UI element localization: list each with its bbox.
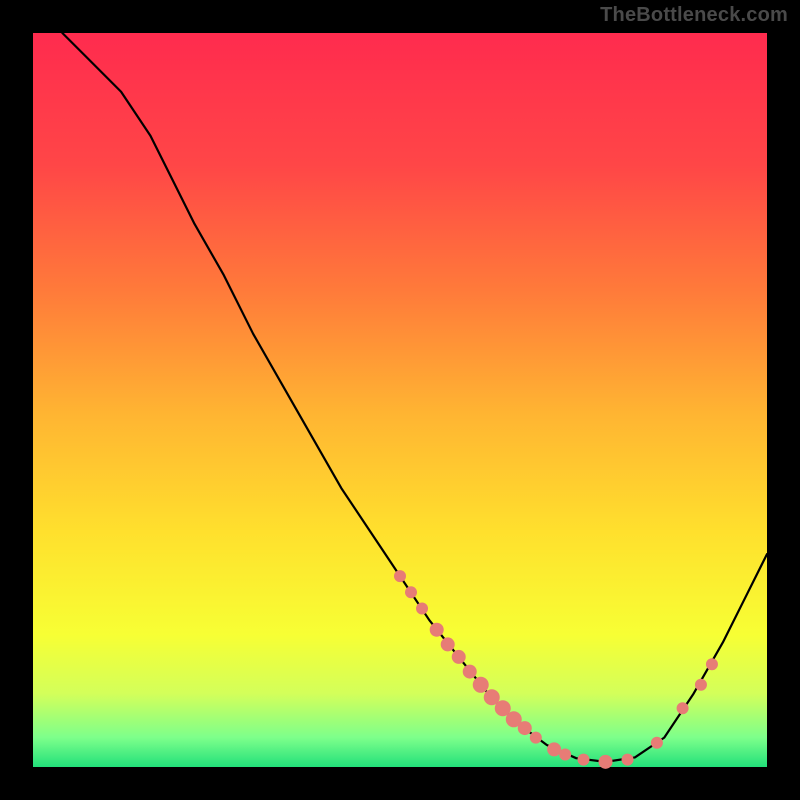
highlight-dot [416, 602, 428, 614]
highlight-dot [677, 702, 689, 714]
highlight-dot [463, 665, 477, 679]
bottleneck-curve [62, 33, 767, 762]
highlight-dot [530, 732, 542, 744]
highlight-dot [547, 742, 561, 756]
highlight-dot [559, 749, 571, 761]
dots-group [394, 570, 718, 769]
highlight-dot [452, 650, 466, 664]
highlight-dot [622, 754, 634, 766]
highlight-dot [430, 623, 444, 637]
watermark-text: TheBottleneck.com [600, 4, 788, 27]
chart-container: TheBottleneck.com [0, 0, 800, 800]
highlight-dot [651, 737, 663, 749]
highlight-dot [695, 679, 707, 691]
highlight-dot [578, 754, 590, 766]
highlight-dot [518, 721, 532, 735]
highlight-dot [706, 658, 718, 670]
highlight-dot [441, 637, 455, 651]
highlight-dot [599, 755, 613, 769]
plot-area [33, 33, 767, 767]
curve-layer [33, 33, 767, 767]
highlight-dot [394, 570, 406, 582]
highlight-dot [473, 677, 489, 693]
highlight-dot [405, 586, 417, 598]
